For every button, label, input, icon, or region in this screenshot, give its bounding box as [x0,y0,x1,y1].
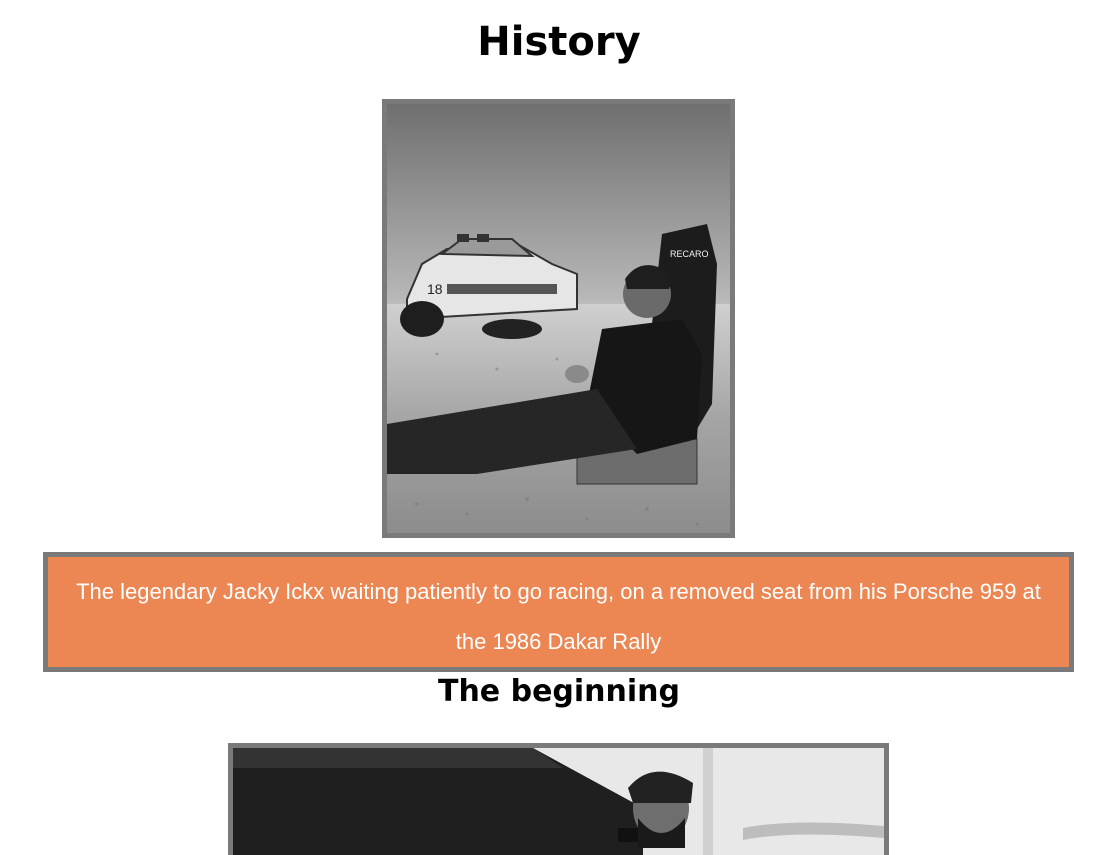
page: History 18 RECARO The legendary Jacky Ic… [0,0,1118,855]
photo-caption: The legendary Jacky Ickx waiting patient… [43,552,1074,672]
svg-text:18: 18 [427,281,443,297]
seat-brand-text: RECARO [670,249,709,259]
desert-rally-driver-photo: 18 RECARO [382,99,735,538]
page-title: History [477,19,641,65]
desert-rally-driver-image: 18 RECARO [387,104,730,533]
section-heading: The beginning [437,674,681,709]
bearded-man-image [233,748,884,855]
bearded-man-photo [228,743,889,855]
